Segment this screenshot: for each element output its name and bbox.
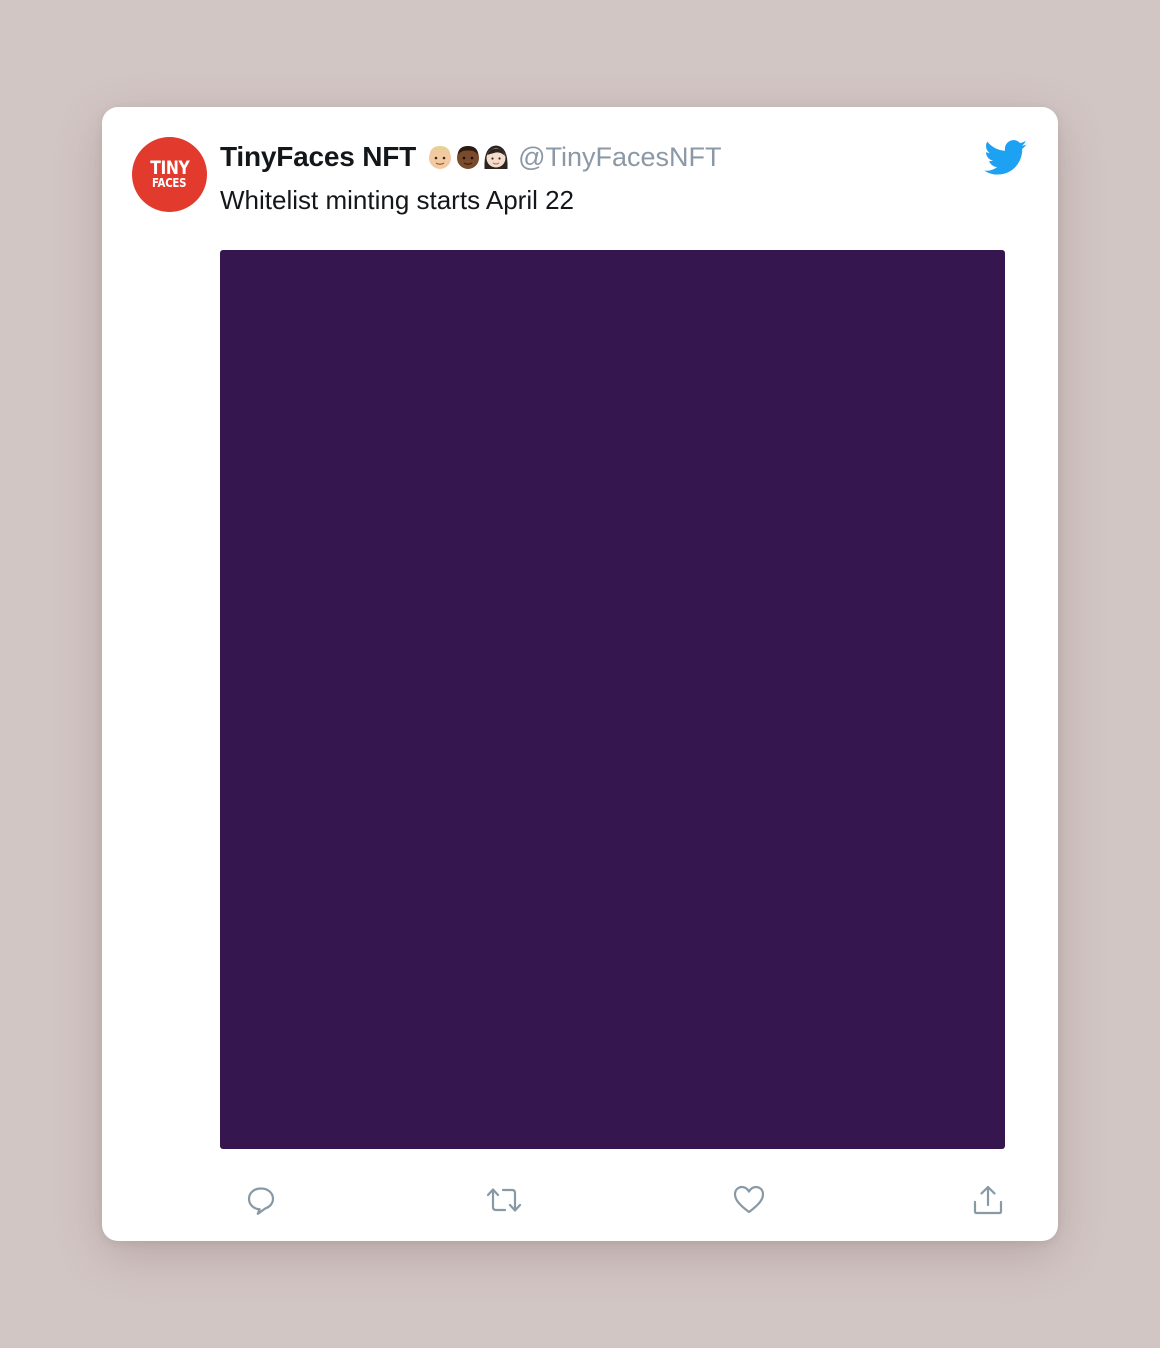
share-icon [973,1185,1003,1215]
twitter-bird-icon[interactable] [984,140,1028,176]
name-emojis [426,143,510,171]
retweet-button[interactable] [484,1183,524,1217]
tweet-actions [220,1179,1005,1219]
retweet-icon [486,1188,522,1212]
heart-icon [733,1185,765,1214]
display-name[interactable]: TinyFaces NFT [220,141,416,173]
like-button[interactable] [732,1183,766,1217]
user-handle[interactable]: @TinyFacesNFT [518,142,721,173]
avatar[interactable]: TINY FACES [132,137,207,212]
reply-button[interactable] [244,1183,278,1217]
avatar-logo-subtext: FACES [152,176,187,190]
share-button[interactable] [971,1183,1005,1217]
tweet-card: TINY FACES TinyFaces NFT @TinyFacesNFT W… [102,107,1058,1241]
tweet-media[interactable] [220,250,1005,1149]
tweet-header: TinyFaces NFT @TinyFacesNFT [220,139,978,175]
avatar-logo-text: TINY [149,157,190,179]
dark-skin-face-icon [457,146,480,169]
tweet-text: Whitelist minting starts April 22 [220,185,575,215]
light-skin-face-icon [429,146,452,169]
woman-face-icon [484,145,508,169]
reply-icon [247,1187,275,1215]
